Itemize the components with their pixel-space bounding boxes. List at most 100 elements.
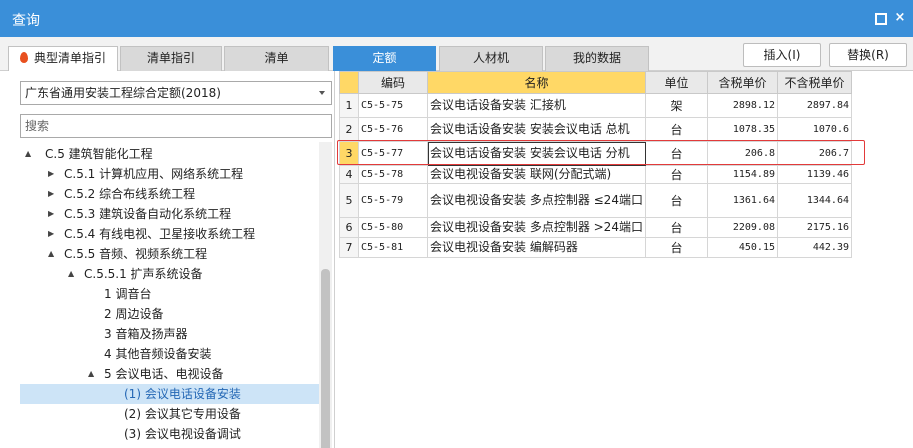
collapse-arrow-icon[interactable]: ▲ <box>48 244 58 264</box>
tree-node[interactable]: ▲ 5 会议电话、电视设备 <box>20 364 320 384</box>
collapse-arrow-icon[interactable]: ▲ <box>25 144 35 164</box>
column-header-code[interactable]: 编码 <box>358 71 428 94</box>
cell-price-with-tax[interactable]: 450.15 <box>707 237 778 258</box>
tree-node[interactable]: 3 音箱及扬声器 <box>20 324 320 344</box>
tab-bar: 典型清单指引 清单指引 清单 定额 人材机 我的数据 插入(I) 替换(R) <box>0 37 913 71</box>
table-row[interactable]: 4 C5-5-78 会议电视设备安装 联网(分配式端) 台 1154.89 11… <box>339 165 852 184</box>
tree-node[interactable]: (3) 会议电视设备调试 <box>20 424 320 444</box>
column-header-name[interactable]: 名称 <box>427 71 646 94</box>
cell-unit[interactable]: 台 <box>645 217 708 238</box>
collapse-arrow-icon[interactable]: ▲ <box>88 364 98 384</box>
tab-typical-bill-guide[interactable]: 典型清单指引 <box>8 46 118 71</box>
expand-arrow-icon[interactable]: ▶ <box>48 184 58 204</box>
cell-price-with-tax[interactable]: 1361.64 <box>707 183 778 218</box>
tree-node[interactable]: ▶ C.5.4 有线电视、卫星接收系统工程 <box>20 224 320 244</box>
tree-node-label: C.5.5 音频、视频系统工程 <box>64 247 208 261</box>
cell-price-with-tax[interactable]: 2898.12 <box>707 93 778 118</box>
cell-unit[interactable]: 台 <box>645 141 708 166</box>
tree-node[interactable]: ▲ C.5.5.1 扩声系统设备 <box>20 264 320 284</box>
table-row-selected[interactable]: 3 C5-5-77 会议电话设备安装 安装会议电话 分机 台 206.8 206… <box>339 141 852 166</box>
column-header-unit[interactable]: 单位 <box>645 71 708 94</box>
cell-price-without-tax[interactable]: 1139.46 <box>777 165 852 184</box>
quota-table: 编码 名称 单位 含税单价 不含税单价 1 C5-5-75 会议电话设备安装 汇… <box>339 71 852 258</box>
cell-code[interactable]: C5-5-75 <box>358 93 428 118</box>
tree-node[interactable]: ▲ C.5.5 音频、视频系统工程 <box>20 244 320 264</box>
cell-name[interactable]: 会议电话设备安装 安装会议电话 总机 <box>427 117 646 142</box>
cell-name[interactable]: 会议电话设备安装 安装会议电话 分机 <box>427 141 646 166</box>
expand-arrow-icon[interactable]: ▶ <box>48 224 58 244</box>
expand-arrow-icon[interactable]: ▶ <box>48 164 58 184</box>
cell-unit[interactable]: 台 <box>645 237 708 258</box>
tree-node[interactable]: 2 周边设备 <box>20 304 320 324</box>
tree-node[interactable]: ▶ C.5.1 计算机应用、网络系统工程 <box>20 164 320 184</box>
cell-price-with-tax[interactable]: 206.8 <box>707 141 778 166</box>
row-index: 1 <box>339 93 359 118</box>
table-row[interactable]: 6 C5-5-80 会议电视设备安装 多点控制器 >24端口 台 2209.08… <box>339 217 852 238</box>
cell-name[interactable]: 会议电话设备安装 汇接机 <box>427 93 646 118</box>
tree-node[interactable]: (2) 会议其它专用设备 <box>20 404 320 424</box>
tree-node-label: 3 音箱及扬声器 <box>104 327 188 341</box>
tree-node-label: (3) 会议电视设备调试 <box>124 427 241 441</box>
cell-code[interactable]: C5-5-79 <box>358 183 428 218</box>
expand-arrow-icon[interactable]: ▶ <box>48 204 58 224</box>
tree-node[interactable]: ▶ C.5.2 综合布线系统工程 <box>20 184 320 204</box>
tree-node-label: C.5.4 有线电视、卫星接收系统工程 <box>64 227 256 241</box>
cell-name[interactable]: 会议电视设备安装 多点控制器 ≤24端口 <box>427 183 646 218</box>
replace-button[interactable]: 替换(R) <box>829 43 907 67</box>
tree-node[interactable]: 1 调音台 <box>20 284 320 304</box>
tree-node-label: C.5.1 计算机应用、网络系统工程 <box>64 167 244 181</box>
cell-price-without-tax[interactable]: 1070.6 <box>777 117 852 142</box>
cell-price-without-tax[interactable]: 2897.84 <box>777 93 852 118</box>
tab-label: 典型清单指引 <box>33 51 106 65</box>
table-row[interactable]: 7 C5-5-81 会议电视设备安装 编解码器 台 450.15 442.39 <box>339 237 852 258</box>
tree-node-selected[interactable]: (1) 会议电话设备安装 <box>20 384 320 404</box>
quota-library-select[interactable]: 广东省通用安装工程综合定额(2018) <box>20 81 332 105</box>
cell-code[interactable]: C5-5-78 <box>358 165 428 184</box>
cell-unit[interactable]: 架 <box>645 93 708 118</box>
tree-scrollbar[interactable] <box>319 142 332 448</box>
cell-price-without-tax[interactable]: 206.7 <box>777 141 852 166</box>
cell-code[interactable]: C5-5-80 <box>358 217 428 238</box>
table-row[interactable]: 5 C5-5-79 会议电视设备安装 多点控制器 ≤24端口 台 1361.64… <box>339 183 852 218</box>
tree-node[interactable]: 4 其他音频设备安装 <box>20 344 320 364</box>
cell-price-with-tax[interactable]: 1154.89 <box>707 165 778 184</box>
column-header-price-without-tax[interactable]: 不含税单价 <box>777 71 852 94</box>
close-icon[interactable]: × <box>893 11 907 25</box>
chevron-down-icon <box>319 91 325 95</box>
tab-labor-material-machine[interactable]: 人材机 <box>439 46 543 71</box>
tree-node[interactable]: ▶ C.5.3 建筑设备自动化系统工程 <box>20 204 320 224</box>
table-row[interactable]: 2 C5-5-76 会议电话设备安装 安装会议电话 总机 台 1078.35 1… <box>339 117 852 142</box>
cell-price-without-tax[interactable]: 1344.64 <box>777 183 852 218</box>
tab-bill-guide[interactable]: 清单指引 <box>120 46 222 71</box>
column-header-price-with-tax[interactable]: 含税单价 <box>707 71 778 94</box>
window-title: 查询 <box>12 13 40 29</box>
table-row[interactable]: 1 C5-5-75 会议电话设备安装 汇接机 架 2898.12 2897.84 <box>339 93 852 118</box>
search-input[interactable] <box>20 114 332 138</box>
cell-price-with-tax[interactable]: 1078.35 <box>707 117 778 142</box>
tab-bill[interactable]: 清单 <box>224 46 329 71</box>
tab-quota[interactable]: 定额 <box>333 46 436 71</box>
cell-unit[interactable]: 台 <box>645 165 708 184</box>
cell-name[interactable]: 会议电视设备安装 多点控制器 >24端口 <box>427 217 646 238</box>
cell-code[interactable]: C5-5-76 <box>358 117 428 142</box>
cell-price-without-tax[interactable]: 442.39 <box>777 237 852 258</box>
restore-icon[interactable] <box>873 11 887 25</box>
tab-label: 定额 <box>372 51 397 65</box>
collapse-arrow-icon[interactable]: ▲ <box>68 264 78 284</box>
cell-unit[interactable]: 台 <box>645 183 708 218</box>
row-index: 3 <box>339 141 359 166</box>
table-header-row: 编码 名称 单位 含税单价 不含税单价 <box>339 71 852 94</box>
cell-price-without-tax[interactable]: 2175.16 <box>777 217 852 238</box>
cell-code[interactable]: C5-5-81 <box>358 237 428 258</box>
cell-name[interactable]: 会议电视设备安装 编解码器 <box>427 237 646 258</box>
scrollbar-thumb[interactable] <box>321 269 330 448</box>
cell-code[interactable]: C5-5-77 <box>358 141 428 166</box>
tree-node-label: (2) 会议其它专用设备 <box>124 407 241 421</box>
cell-unit[interactable]: 台 <box>645 117 708 142</box>
column-header-index[interactable] <box>339 71 359 94</box>
insert-button[interactable]: 插入(I) <box>743 43 821 67</box>
tab-my-data[interactable]: 我的数据 <box>545 46 649 71</box>
cell-name[interactable]: 会议电视设备安装 联网(分配式端) <box>427 165 646 184</box>
cell-price-with-tax[interactable]: 2209.08 <box>707 217 778 238</box>
tree-node[interactable]: ▲ C.5 建筑智能化工程 <box>20 144 320 164</box>
